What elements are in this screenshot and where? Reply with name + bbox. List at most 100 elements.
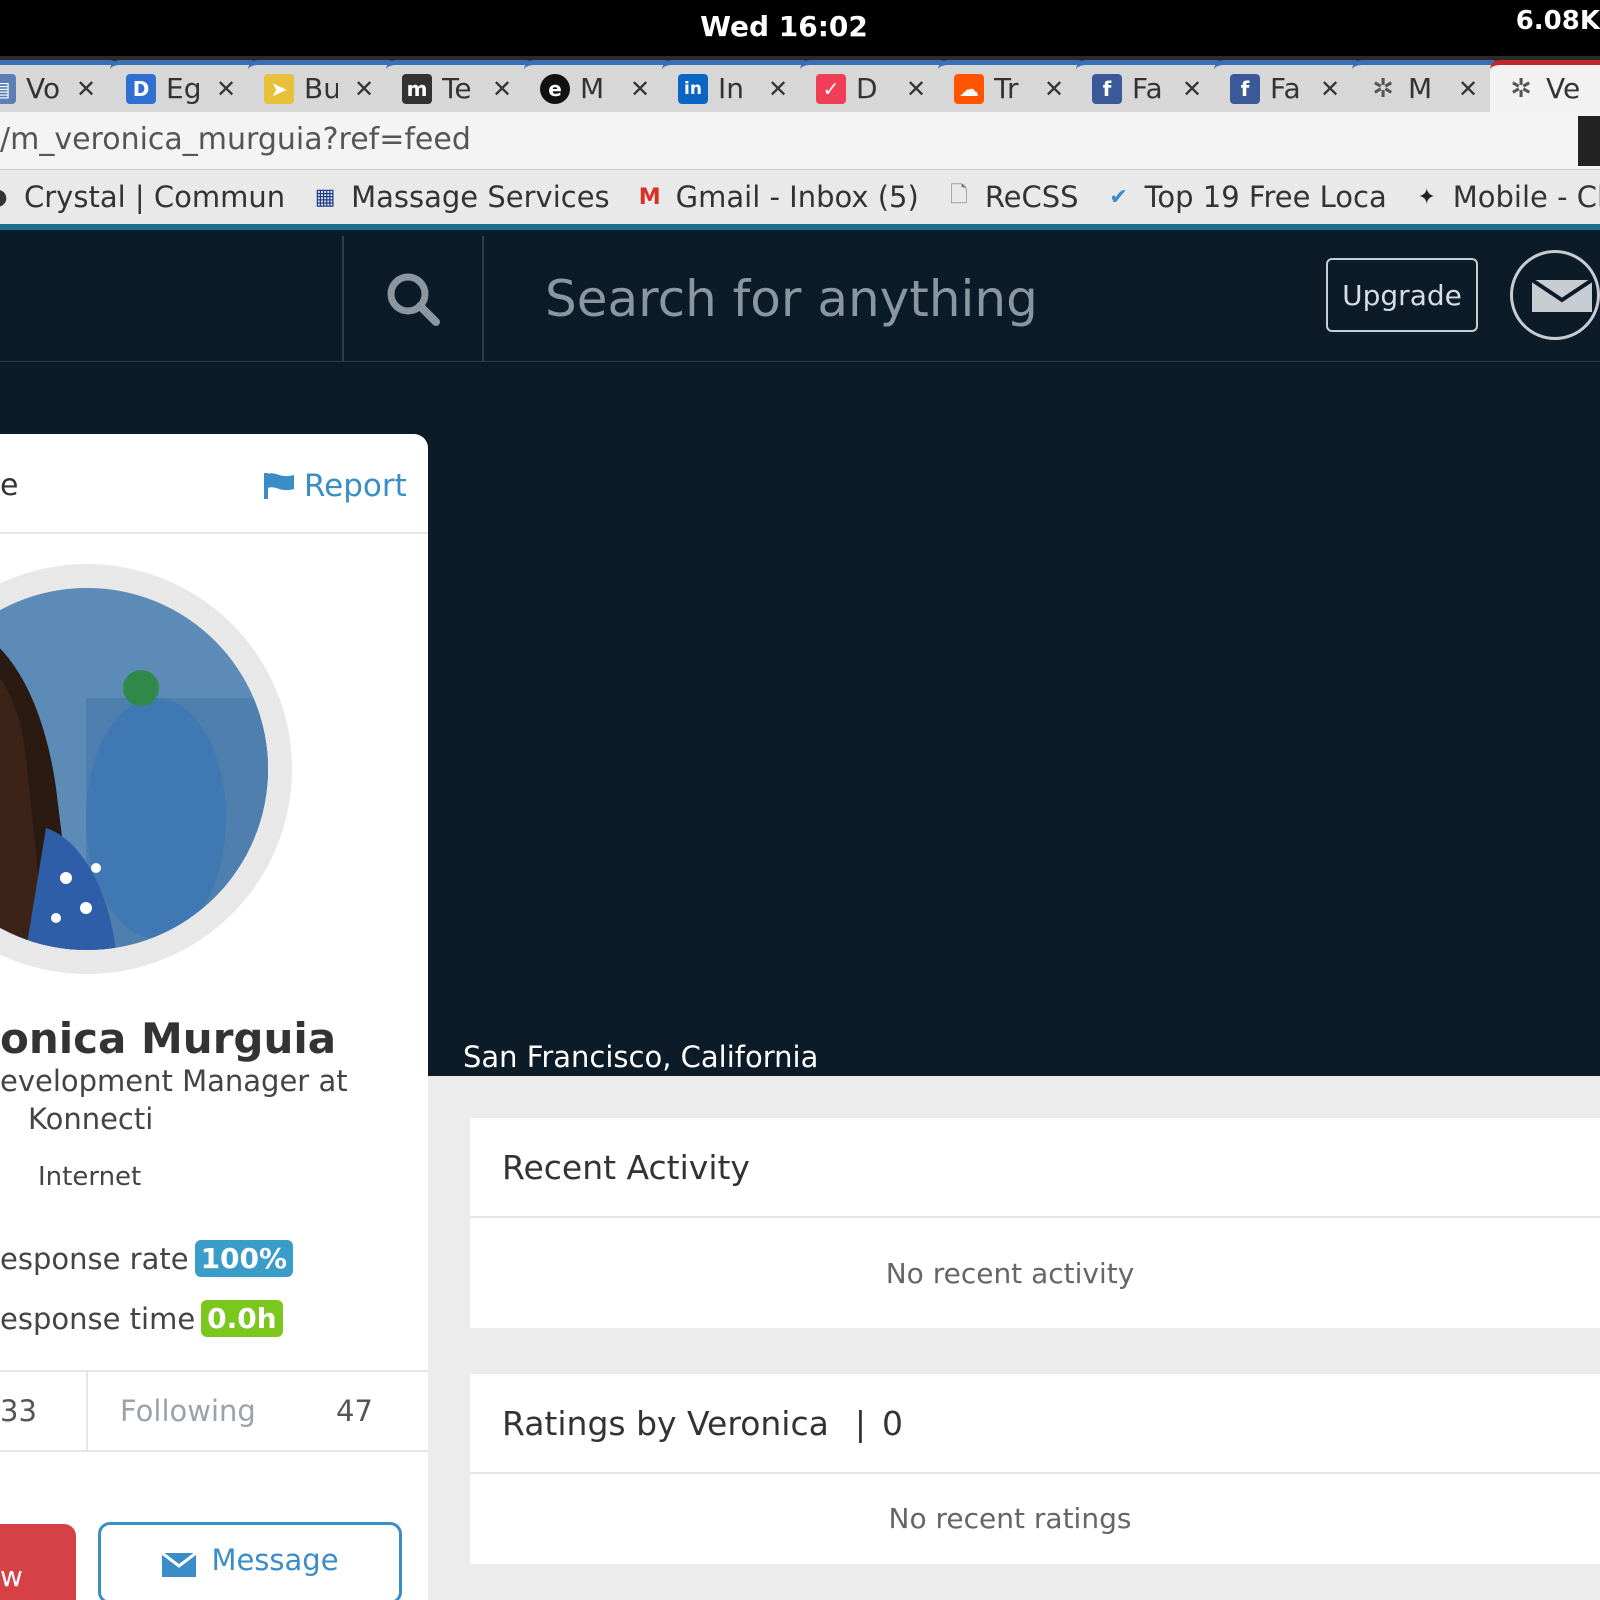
envelope-icon [161,1551,198,1577]
bookmark-item[interactable]: ✔ Top 19 Free Loca [1105,180,1386,214]
m-logo-icon: m [402,73,432,104]
profile-location: San Francisco, California [463,1040,819,1074]
browser-tab[interactable]: ▤ Vo ✕ [0,60,120,112]
profile-title: evelopment Manager at [0,1064,348,1098]
profile-card-header: e Report [0,434,428,534]
bookmark-label: Mobile - Clea [1452,180,1600,214]
bookmark-item[interactable]: 🗋 ReCSS [945,180,1079,214]
browser-tab[interactable]: m Te ✕ [386,60,536,112]
facebook-icon: f [1230,73,1260,104]
close-icon[interactable]: ✕ [492,75,512,103]
ratings-header: Ratings by Veronica | 0 [470,1374,1600,1474]
response-rate-row: esponse rate 100% [0,1240,294,1277]
recent-activity-empty: No recent activity [885,1256,1135,1290]
bird-icon: ✦ [1417,184,1436,210]
e-logo-icon: e [540,73,570,104]
following-label[interactable]: Following [120,1394,256,1428]
browser-tab[interactable]: ✲ M ✕ [1352,60,1502,112]
browser-tab-active[interactable]: ✲ Ve [1490,60,1600,112]
recent-activity-panel: Recent Activity No recent activity [470,1118,1600,1328]
bookmark-label: Crystal | Commun [24,180,286,214]
bookmark-item[interactable]: ▦ Massage Services [311,180,610,214]
tab-label: In [718,72,745,105]
envelope-icon [1530,278,1594,312]
follow-button[interactable]: w [0,1524,76,1600]
tab-label: Tr [994,72,1019,105]
report-label: Report [304,468,407,504]
recent-activity-title: Recent Activity [470,1118,1600,1218]
close-icon[interactable]: ✕ [906,75,926,103]
browser-tab[interactable]: ➤ Bu ✕ [248,60,398,112]
bookmark-label: Gmail - Inbox (5) [675,180,919,214]
bookmarks-bar: ● Crystal | Commun ▦ Massage Services M … [0,170,1600,230]
message-label: Message [211,1543,339,1577]
pocket-icon: ✓ [816,73,846,104]
page-icon: 🗋 [949,183,968,208]
message-button[interactable]: Message [98,1522,402,1600]
address-bar[interactable]: /m_veronica_murguia?ref=feed [0,112,1600,170]
tab-label: M [580,72,605,105]
ratings-empty: No recent ratings [888,1501,1132,1535]
tab-label: D [856,72,878,105]
browser-tab[interactable]: ✓ D ✕ [800,60,950,112]
tab-label: Vo [26,72,60,105]
bookmark-item[interactable]: ✦ Mobile - Clea [1413,180,1600,214]
bookmark-item[interactable]: ● Crystal | Commun [0,180,285,214]
close-icon[interactable]: ✕ [1182,75,1202,103]
tab-label: Te [442,72,472,105]
profile-tab-label: e [0,468,19,503]
close-icon[interactable]: ✕ [1044,75,1064,103]
close-icon[interactable]: ✕ [630,75,650,103]
close-icon[interactable]: ✕ [354,75,374,103]
tab-label: Ve [1546,72,1580,105]
browser-tab[interactable]: D Eg ✕ [110,60,260,112]
ratings-panel: Ratings by Veronica | 0 No recent rating… [470,1374,1600,1564]
d-logo-icon: D [126,73,156,104]
browser-tab[interactable]: e M ✕ [524,60,674,112]
search-input[interactable] [545,264,1245,334]
response-time-label: esponse time [0,1301,196,1336]
profile-card: e Report onica Murguia evelopment Manage… [0,434,428,1600]
report-link[interactable]: Report [262,468,407,504]
bookmark-item[interactable]: M Gmail - Inbox (5) [636,180,919,214]
browser-tab[interactable]: in In ✕ [662,60,812,112]
close-icon[interactable]: ✕ [76,75,96,103]
system-status-bar: Wed 16:02 6.08K [0,0,1600,56]
site-header: Upgrade [0,236,1600,362]
url-text[interactable]: /m_veronica_murguia?ref=feed [0,122,471,157]
ratings-title: Ratings by Veronica [502,1403,829,1443]
browser-tab-strip: ▤ Vo ✕ D Eg ✕ ➤ Bu ✕ m Te ✕ e M ✕ in In … [0,56,1600,112]
doc-icon: ▤ [0,73,16,104]
network-speed: 6.08K [1515,6,1600,36]
circle-icon: ● [0,183,12,211]
gmail-icon: M [638,184,661,210]
divider: | [854,1403,866,1443]
ratings-count: 0 [881,1403,903,1443]
profile-company: Konnecti [28,1102,154,1136]
close-icon[interactable]: ✕ [216,75,236,103]
network-icon: ✲ [1510,73,1532,104]
browser-menu-button[interactable] [1578,116,1600,166]
close-icon[interactable]: ✕ [1458,75,1478,103]
close-icon[interactable]: ✕ [768,75,788,103]
upgrade-button[interactable]: Upgrade [1326,258,1478,332]
network-icon: ✲ [1372,73,1394,104]
soundcloud-icon: ☁ [954,73,984,104]
messages-button[interactable] [1510,250,1600,340]
close-icon[interactable]: ✕ [1320,75,1340,103]
follow-stats: 33 Following 47 [0,1370,428,1452]
search-button[interactable] [342,236,484,362]
bookmark-label: ReCSS [984,180,1079,214]
facebook-icon: f [1092,73,1122,104]
following-count[interactable]: 47 [336,1394,373,1428]
tab-label: Fa [1132,72,1163,105]
followers-count[interactable]: 33 [0,1394,37,1428]
browser-tab[interactable]: ☁ Tr ✕ [938,60,1088,112]
paper-plane-icon: ➤ [264,73,294,104]
tab-label: M [1408,72,1433,105]
grid-icon: ▦ [314,184,336,210]
browser-tab[interactable]: f Fa ✕ [1076,60,1226,112]
response-time-row: esponse time 0.0h [0,1300,283,1337]
response-rate-badge: 100% [194,1240,294,1277]
browser-tab[interactable]: f Fa ✕ [1214,60,1364,112]
